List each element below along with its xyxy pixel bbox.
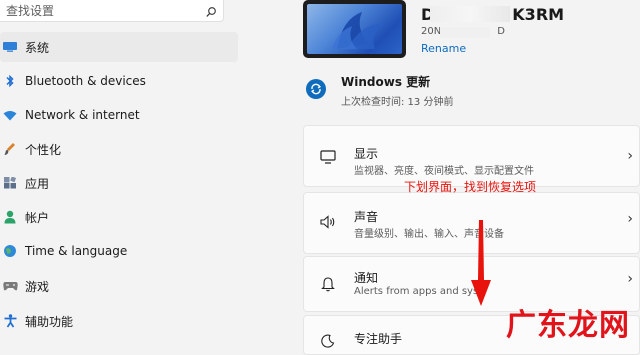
card-subtitle: 监视器、亮度、夜间模式、显示配置文件 xyxy=(354,166,534,177)
sidebar-item-label: Network & internet xyxy=(25,108,140,122)
sidebar-item-label: 游戏 xyxy=(25,279,50,294)
sidebar-item-network[interactable]: Network & internet xyxy=(0,100,238,130)
globe-icon xyxy=(2,243,18,259)
sidebar-item-personalization[interactable]: 个性化 xyxy=(0,134,238,164)
chevron-right-icon: › xyxy=(627,148,633,164)
device-image xyxy=(303,0,406,58)
chevron-right-icon: › xyxy=(627,271,633,287)
rename-link[interactable]: Rename xyxy=(421,42,466,55)
annotation-text: 下划界面，找到恢复选项 xyxy=(404,180,537,194)
sidebar-item-bluetooth[interactable]: Bluetooth & devices xyxy=(0,66,238,96)
bell-icon xyxy=(318,274,338,294)
windows-update-title[interactable]: Windows 更新 xyxy=(341,73,430,90)
sidebar: 查找设置 系统 Bluetooth & devices Network & in… xyxy=(0,0,245,345)
sidebar-item-label: 帐户 xyxy=(25,210,50,225)
redaction-blur xyxy=(430,6,510,22)
wallpaper-bloom xyxy=(307,4,402,54)
sidebar-item-accounts[interactable]: 帐户 xyxy=(0,202,238,232)
watermark: 广东龙网 xyxy=(506,308,630,343)
sidebar-item-label: 应用 xyxy=(25,176,50,191)
monitor-icon xyxy=(318,147,338,167)
sidebar-item-label: Bluetooth & devices xyxy=(25,74,146,88)
sidebar-item-label: 系统 xyxy=(25,40,50,55)
card-subtitle: Alerts from apps and syst xyxy=(354,286,483,297)
sidebar-item-apps[interactable]: 应用 xyxy=(0,168,238,198)
card-title: 专注助手 xyxy=(354,332,403,346)
sidebar-item-accessibility[interactable]: 辅助功能 xyxy=(0,306,238,336)
gamepad-icon xyxy=(2,278,18,294)
moon-icon xyxy=(318,331,338,351)
windows-update-subtitle: 上次检查时间: 13 分钟前 xyxy=(341,97,454,108)
apps-icon xyxy=(2,175,18,191)
card-title: 通知 xyxy=(354,271,379,285)
windows-update-icon[interactable] xyxy=(306,79,326,99)
search-input[interactable]: 查找设置 xyxy=(6,2,54,19)
card-title: 声音 xyxy=(354,210,379,224)
search-icon[interactable] xyxy=(205,3,217,22)
sidebar-item-system[interactable]: 系统 xyxy=(0,32,238,62)
speaker-icon xyxy=(318,212,338,232)
sidebar-item-gaming[interactable]: 游戏 xyxy=(0,271,238,301)
wifi-icon xyxy=(2,107,18,123)
sidebar-item-time-language[interactable]: Time & language xyxy=(0,236,238,266)
redaction-blur xyxy=(440,27,490,38)
brush-icon xyxy=(2,141,18,157)
person-icon xyxy=(2,209,18,225)
chevron-right-icon: › xyxy=(627,211,633,227)
annotation-arrow xyxy=(471,220,491,306)
bluetooth-icon xyxy=(2,73,18,89)
sidebar-item-label: 个性化 xyxy=(25,142,62,157)
sidebar-item-label: 辅助功能 xyxy=(25,314,74,329)
accessibility-icon xyxy=(2,313,18,329)
search-box[interactable]: 查找设置 xyxy=(0,0,224,22)
display-icon xyxy=(2,39,18,55)
card-title: 显示 xyxy=(354,147,379,161)
sidebar-item-label: Time & language xyxy=(25,244,128,258)
